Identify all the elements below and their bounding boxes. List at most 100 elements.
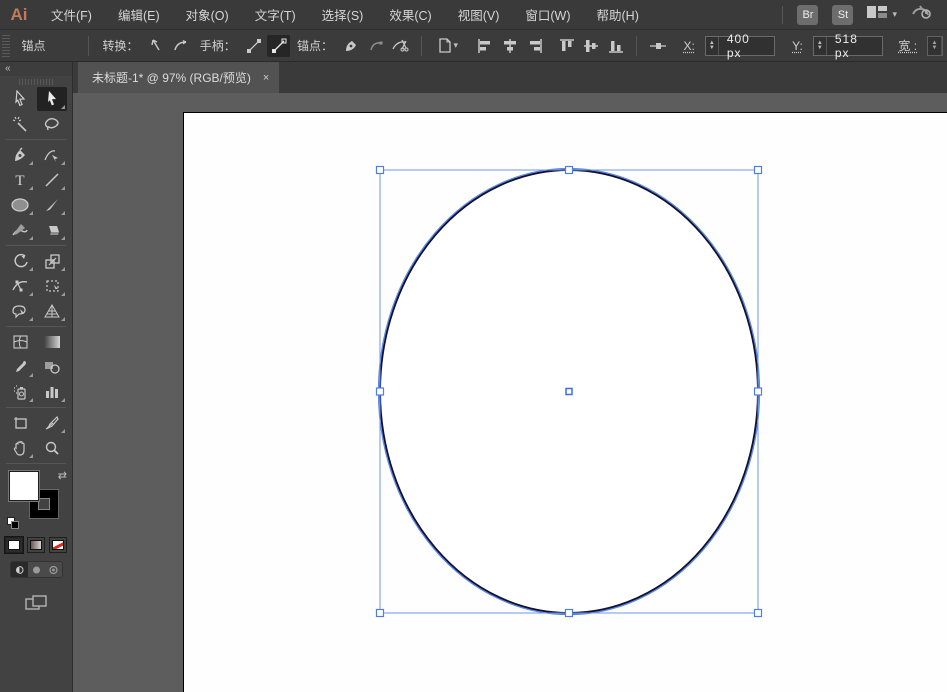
lasso-tool[interactable] (37, 112, 67, 136)
tools-panel-grip[interactable] (19, 79, 53, 85)
cut-path-icon[interactable] (389, 35, 412, 57)
x-field[interactable]: ▲▼ 400 px (705, 36, 775, 56)
handle-bottom-right[interactable] (755, 610, 762, 617)
x-value[interactable]: 400 px (719, 32, 774, 60)
menu-object[interactable]: 对象(O) (173, 0, 242, 30)
selection-tool[interactable] (5, 87, 35, 111)
eraser-tool[interactable] (37, 218, 67, 242)
symbol-sprayer-tool[interactable] (5, 380, 35, 404)
paintbrush-tool[interactable] (37, 193, 67, 217)
swap-fill-stroke-icon[interactable]: ⇄ (58, 469, 67, 482)
tab-close-icon[interactable]: × (263, 72, 269, 84)
align-right-icon[interactable] (523, 35, 546, 57)
y-stepper[interactable]: ▲▼ (814, 37, 827, 55)
handles-hide-icon[interactable] (243, 35, 266, 57)
y-value[interactable]: 518 px (827, 32, 882, 60)
canvas-area[interactable] (73, 93, 947, 692)
cc-sync-icon[interactable] (911, 4, 931, 25)
add-anchor-pen-icon[interactable] (340, 35, 363, 57)
column-graph-tool[interactable] (37, 380, 67, 404)
menu-view[interactable]: 视图(V) (445, 0, 513, 30)
mesh-tool[interactable] (5, 330, 35, 354)
change-screen-mode-icon[interactable] (25, 594, 47, 617)
convert-smooth-icon[interactable] (170, 35, 193, 57)
handle-middle-left[interactable] (377, 388, 384, 395)
remove-anchor-arc-icon[interactable] (365, 35, 388, 57)
panel-grip[interactable] (2, 35, 10, 57)
gradient-tool[interactable] (37, 330, 67, 354)
pencil-tool[interactable] (5, 218, 35, 242)
pen-tool[interactable] (5, 143, 35, 167)
ellipse-tool[interactable] (5, 193, 35, 217)
menu-effect[interactable]: 效果(C) (376, 0, 444, 30)
flyout-indicator (29, 454, 33, 458)
menu-file[interactable]: 文件(F) (38, 0, 105, 30)
menu-window[interactable]: 窗口(W) (512, 0, 583, 30)
flyout-indicator (61, 211, 65, 215)
width-tool[interactable] (5, 274, 35, 298)
flyout-indicator (29, 398, 33, 402)
illustrator-window: Ai 文件(F) 编辑(E) 对象(O) 文字(T) 选择(S) 效果(C) 视… (0, 0, 947, 692)
perspective-grid-tool[interactable] (37, 299, 67, 323)
zoom-tool[interactable] (37, 436, 67, 460)
workspace-switcher-button[interactable]: ▾ (867, 5, 897, 24)
gradient-button[interactable] (27, 537, 45, 553)
handle-bottom-left[interactable] (377, 610, 384, 617)
document-tab[interactable]: 未标题-1* @ 97% (RGB/预览) × (78, 62, 279, 93)
menu-help[interactable]: 帮助(H) (584, 0, 652, 30)
slice-tool[interactable] (37, 411, 67, 435)
divider (88, 36, 89, 56)
handles-show-icon[interactable] (267, 35, 290, 57)
center-point-indicator[interactable] (566, 389, 572, 395)
x-stepper[interactable]: ▲▼ (706, 37, 719, 55)
handle-top-right[interactable] (755, 167, 762, 174)
blend-tool[interactable] (37, 355, 67, 379)
align-middle-icon[interactable] (580, 35, 603, 57)
width-stepper[interactable]: ▲▼ (928, 37, 942, 55)
fill-color-swatch[interactable] (9, 471, 39, 501)
align-center-icon[interactable] (499, 35, 522, 57)
flyout-indicator (61, 186, 65, 190)
handle-bottom-center[interactable] (566, 610, 573, 617)
rotate-tool[interactable] (5, 249, 35, 273)
artboard-tool[interactable] (5, 411, 35, 435)
convert-corner-icon[interactable] (146, 35, 169, 57)
document-setup-icon[interactable]: ▾ (431, 35, 463, 57)
align-bottom-icon[interactable] (605, 35, 628, 57)
svg-text:T: T (15, 173, 24, 188)
handle-middle-right[interactable] (755, 388, 762, 395)
color-button[interactable] (5, 537, 23, 553)
eyedropper-tool[interactable] (5, 355, 35, 379)
magic-wand-tool[interactable] (5, 112, 35, 136)
handle-top-center[interactable] (566, 167, 573, 174)
shape-builder-tool[interactable] (5, 299, 35, 323)
stock-button[interactable]: St (832, 5, 853, 25)
distribute-icon[interactable] (646, 35, 669, 57)
hand-tool[interactable] (5, 436, 35, 460)
flyout-indicator (29, 161, 33, 165)
draw-normal-button[interactable] (11, 562, 28, 577)
direct-selection-tool[interactable] (37, 87, 67, 111)
draw-behind-button[interactable] (28, 562, 45, 577)
handle-top-left[interactable] (377, 167, 384, 174)
align-left-icon[interactable] (474, 35, 497, 57)
default-fill-stroke-icon[interactable] (7, 517, 19, 529)
menu-select[interactable]: 选择(S) (309, 0, 377, 30)
align-top-icon[interactable] (556, 35, 579, 57)
type-tool[interactable]: T (5, 168, 35, 192)
flyout-indicator (61, 105, 65, 109)
convert-label: 转换： (102, 37, 138, 54)
y-field[interactable]: ▲▼ 518 px (813, 36, 883, 56)
free-transform-tool[interactable] (37, 274, 67, 298)
scale-tool[interactable] (37, 249, 67, 273)
width-field[interactable]: ▲▼ (927, 36, 943, 56)
menu-edit[interactable]: 编辑(E) (105, 0, 173, 30)
flyout-indicator (29, 292, 33, 296)
menu-type[interactable]: 文字(T) (242, 0, 309, 30)
line-segment-tool[interactable] (37, 168, 67, 192)
none-button[interactable] (49, 537, 67, 553)
draw-inside-button[interactable] (45, 562, 62, 577)
bridge-button[interactable]: Br (797, 5, 818, 25)
curvature-tool[interactable] (37, 143, 67, 167)
collapse-panel-icon[interactable]: « (0, 62, 72, 76)
